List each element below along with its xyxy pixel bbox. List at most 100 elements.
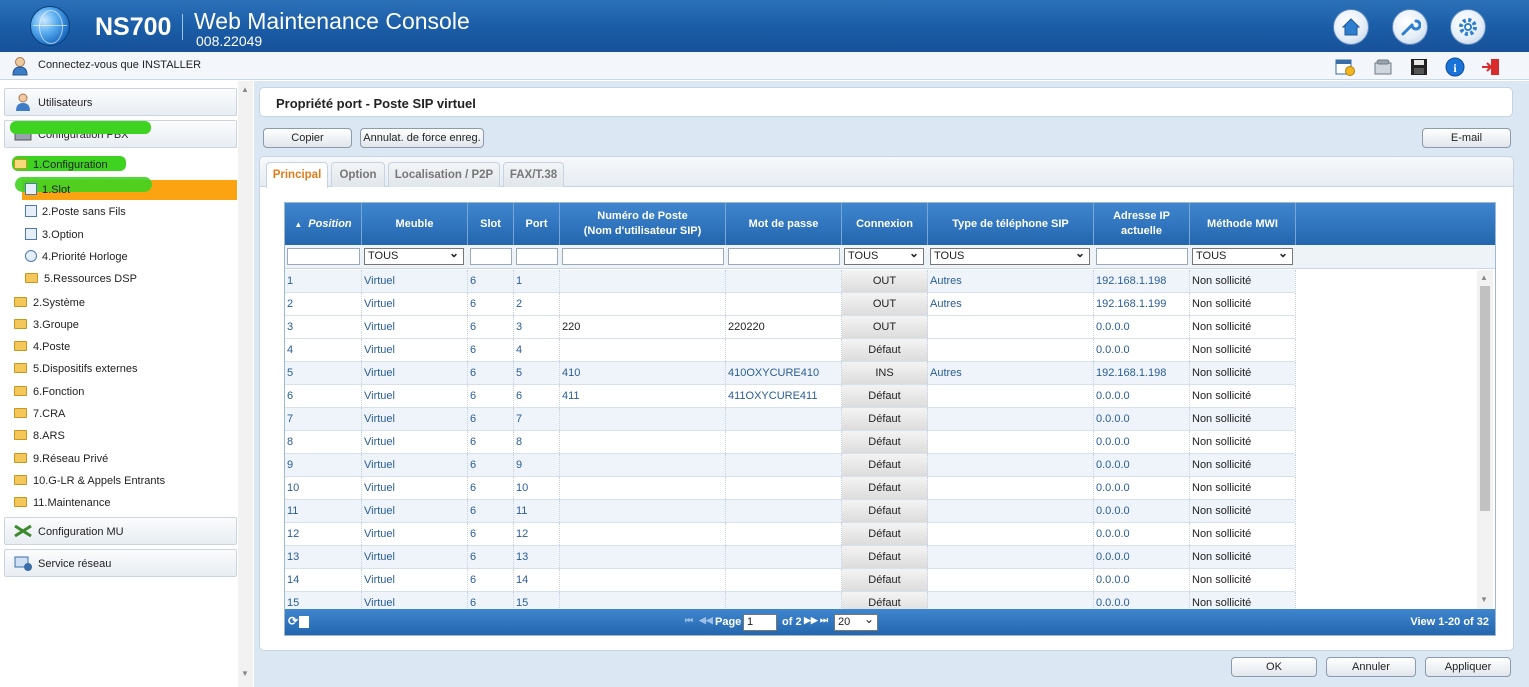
cell-pwd[interactable] <box>726 293 842 315</box>
cell-type[interactable] <box>928 454 1094 476</box>
cell-ip[interactable]: 0.0.0.0 <box>1094 592 1190 609</box>
logout-button[interactable] <box>1480 57 1502 77</box>
page-number-input[interactable]: 1 <box>743 614 777 631</box>
cell-pos[interactable]: 1 <box>285 270 362 292</box>
cell-port[interactable]: 9 <box>514 454 560 476</box>
cell-meuble[interactable]: Virtuel <box>362 385 468 407</box>
cell-pwd[interactable] <box>726 523 842 545</box>
cell-conn[interactable]: OUT <box>842 270 928 292</box>
table-row[interactable]: 2 Virtuel 6 2 OUT Autres 192.168.1.199 Non soll… <box>285 293 1296 316</box>
cell-type[interactable] <box>928 408 1094 430</box>
calendar-alert-button[interactable] <box>1334 57 1356 77</box>
cell-pwd[interactable] <box>726 477 842 499</box>
column-header-sip-phone-type[interactable]: Type de téléphone SIP <box>928 203 1094 245</box>
tree-item-private-network[interactable]: 9.Réseau Privé <box>14 450 108 468</box>
cell-ip[interactable]: 0.0.0.0 <box>1094 408 1190 430</box>
cell-mwi[interactable]: Non sollicité <box>1190 569 1296 591</box>
cell-meuble[interactable]: Virtuel <box>362 500 468 522</box>
cell-ip[interactable]: 0.0.0.0 <box>1094 546 1190 568</box>
cell-type[interactable] <box>928 500 1094 522</box>
cell-conn[interactable]: OUT <box>842 316 928 338</box>
cell-pos[interactable]: 4 <box>285 339 362 361</box>
prev-page-icon[interactable]: ◀◀ <box>699 615 713 626</box>
cell-pos[interactable]: 7 <box>285 408 362 430</box>
cell-ip[interactable]: 0.0.0.0 <box>1094 339 1190 361</box>
table-row[interactable]: 12 Virtuel 6 12 Défaut 0.0.0.0 Non sollicité <box>285 523 1296 546</box>
tree-item-maintenance[interactable]: 11.Maintenance <box>14 494 110 512</box>
cell-pwd[interactable] <box>726 546 842 568</box>
column-header-password[interactable]: Mot de passe <box>726 203 842 245</box>
cell-ip[interactable]: 0.0.0.0 <box>1094 523 1190 545</box>
cell-slot[interactable]: 6 <box>468 385 514 407</box>
cell-num[interactable]: 410 <box>560 362 726 384</box>
tree-item-incoming-calls[interactable]: 10.G-LR & Appels Entrants <box>14 472 165 490</box>
cell-slot[interactable]: 6 <box>468 523 514 545</box>
cell-pos[interactable]: 3 <box>285 316 362 338</box>
scroll-up-icon[interactable]: ▲ <box>1480 273 1488 282</box>
cell-port[interactable]: 8 <box>514 431 560 453</box>
cell-pos[interactable]: 5 <box>285 362 362 384</box>
cell-conn[interactable]: Défaut <box>842 592 928 609</box>
cell-conn[interactable]: INS <box>842 362 928 384</box>
table-row[interactable]: 1 Virtuel 6 1 OUT Autres 192.168.1.198 Non soll… <box>285 270 1296 293</box>
email-button[interactable]: E-mail <box>1422 128 1511 148</box>
cell-port[interactable]: 14 <box>514 569 560 591</box>
cell-conn[interactable]: Défaut <box>842 546 928 568</box>
cell-slot[interactable]: 6 <box>468 293 514 315</box>
cell-ip[interactable]: 0.0.0.0 <box>1094 316 1190 338</box>
nav-section-mu-config[interactable]: Configuration MU <box>4 517 237 545</box>
phone-button[interactable] <box>1372 57 1394 77</box>
cell-num[interactable] <box>560 454 726 476</box>
cell-mwi[interactable]: Non sollicité <box>1190 454 1296 476</box>
column-header-meuble[interactable]: Meuble <box>362 203 468 245</box>
filter-position-input[interactable] <box>287 248 360 265</box>
cell-mwi[interactable]: Non sollicité <box>1190 270 1296 292</box>
table-row[interactable]: 9 Virtuel 6 9 Défaut 0.0.0.0 Non sollicité <box>285 454 1296 477</box>
cell-slot[interactable]: 6 <box>468 316 514 338</box>
cell-meuble[interactable]: Virtuel <box>362 454 468 476</box>
cell-ip[interactable]: 192.168.1.199 <box>1094 293 1190 315</box>
tree-item-function[interactable]: 6.Fonction <box>14 383 84 401</box>
sidebar-scrollbar[interactable]: ▲ ▼ <box>238 81 253 687</box>
cell-mwi[interactable]: Non sollicité <box>1190 592 1296 609</box>
cell-pwd[interactable] <box>726 408 842 430</box>
settings-button[interactable] <box>1450 9 1486 45</box>
home-button[interactable] <box>1333 9 1369 45</box>
cell-type[interactable]: Autres <box>928 293 1094 315</box>
cell-conn[interactable]: Défaut <box>842 477 928 499</box>
refresh-icon[interactable]: ⟳ <box>288 614 298 628</box>
tab-fax[interactable]: FAX/T.38 <box>503 162 564 187</box>
cell-type[interactable] <box>928 385 1094 407</box>
cell-slot[interactable]: 6 <box>468 431 514 453</box>
cell-pwd[interactable] <box>726 500 842 522</box>
cell-num[interactable] <box>560 592 726 609</box>
cell-num[interactable] <box>560 270 726 292</box>
cell-port[interactable]: 15 <box>514 592 560 609</box>
filter-connection-select[interactable]: TOUS <box>844 246 924 265</box>
cell-num[interactable] <box>560 523 726 545</box>
cell-pos[interactable]: 14 <box>285 569 362 591</box>
cell-conn[interactable]: Défaut <box>842 523 928 545</box>
cell-meuble[interactable]: Virtuel <box>362 293 468 315</box>
cell-port[interactable]: 7 <box>514 408 560 430</box>
cell-num[interactable] <box>560 431 726 453</box>
cell-num[interactable] <box>560 500 726 522</box>
cell-mwi[interactable]: Non sollicité <box>1190 523 1296 545</box>
cell-ip[interactable]: 0.0.0.0 <box>1094 385 1190 407</box>
tab-localisation[interactable]: Localisation / P2P <box>388 162 500 187</box>
cell-meuble[interactable]: Virtuel <box>362 477 468 499</box>
cell-num[interactable] <box>560 569 726 591</box>
cell-slot[interactable]: 6 <box>468 477 514 499</box>
cell-conn[interactable]: Défaut <box>842 408 928 430</box>
cell-pos[interactable]: 15 <box>285 592 362 609</box>
cell-conn[interactable]: Défaut <box>842 385 928 407</box>
first-page-icon[interactable]: ⏮ <box>685 615 693 626</box>
cell-mwi[interactable]: Non sollicité <box>1190 362 1296 384</box>
cell-mwi[interactable]: Non sollicité <box>1190 316 1296 338</box>
table-row[interactable]: 7 Virtuel 6 7 Défaut 0.0.0.0 Non sollicité <box>285 408 1296 431</box>
tree-item-option[interactable]: 3.Option <box>25 226 84 244</box>
cell-type[interactable]: Autres <box>928 362 1094 384</box>
table-row[interactable]: 15 Virtuel 6 15 Défaut 0.0.0.0 Non sollicité <box>285 592 1296 609</box>
tree-item-slot[interactable]: 1.Slot <box>25 181 70 199</box>
cell-num[interactable] <box>560 339 726 361</box>
